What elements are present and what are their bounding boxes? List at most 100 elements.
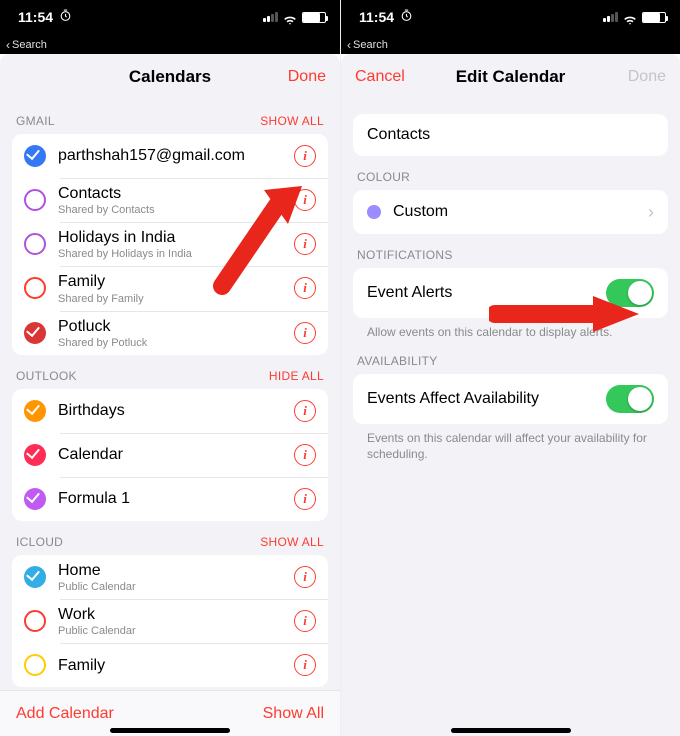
section-header: OUTLOOK: [16, 369, 77, 383]
calendar-row[interactable]: ContactsShared by Contactsi: [12, 178, 328, 222]
availability-footer: Events on this calendar will affect your…: [341, 424, 680, 462]
calendar-color-icon[interactable]: [24, 654, 46, 676]
calendar-color-icon[interactable]: [24, 488, 46, 510]
wifi-icon: [283, 12, 297, 22]
calendar-label: Holidays in India: [58, 228, 294, 247]
navbar-title: Edit Calendar: [456, 67, 566, 87]
calendar-sublabel: Public Calendar: [58, 581, 294, 593]
info-icon[interactable]: i: [294, 400, 316, 422]
cancel-button[interactable]: Cancel: [341, 54, 419, 100]
calendar-label: Calendar: [58, 445, 294, 464]
calendar-name-value: Contacts: [367, 126, 430, 143]
calendar-sublabel: Shared by Holidays in India: [58, 248, 294, 260]
calendars-sheet: Calendars Done GMAIL SHOW ALL parthshah157…: [0, 54, 340, 736]
chevron-right-icon: ›: [648, 202, 654, 223]
calendar-sublabel: Shared by Contacts: [58, 204, 294, 216]
calendar-color-icon[interactable]: [24, 444, 46, 466]
calendar-label: parthshah157@gmail.com: [58, 146, 294, 165]
info-icon[interactable]: i: [294, 189, 316, 211]
calendar-label: Contacts: [58, 184, 294, 203]
calendar-row[interactable]: Familyi: [12, 643, 328, 687]
calendar-row[interactable]: Holidays in IndiaShared by Holidays in I…: [12, 222, 328, 266]
event-alerts-footer: Allow events on this calendar to display…: [341, 318, 680, 340]
add-calendar-button[interactable]: Add Calendar: [16, 705, 114, 723]
done-button[interactable]: Done: [274, 54, 340, 100]
status-bar: 11:54: [341, 0, 680, 36]
calendar-color-icon[interactable]: [24, 189, 46, 211]
calendar-row[interactable]: Family Shared by Familyi: [12, 266, 328, 310]
chevron-left-icon: ‹: [6, 38, 10, 52]
calendar-label: Formula 1: [58, 489, 294, 508]
info-icon[interactable]: i: [294, 566, 316, 588]
phone-left: 11:54 ‹ Search Calendars Done GMAIL SHOW …: [0, 0, 340, 736]
calendar-name-field[interactable]: Contacts: [353, 114, 668, 156]
section-header: GMAIL: [16, 114, 55, 128]
availability-toggle[interactable]: [606, 385, 654, 413]
calendar-row[interactable]: Birthdaysi: [12, 389, 328, 433]
calendar-color-icon[interactable]: [24, 322, 46, 344]
calendar-color-icon[interactable]: [24, 233, 46, 255]
calendar-row[interactable]: Formula 1i: [12, 477, 328, 521]
calendar-row[interactable]: WorkPublic Calendari: [12, 599, 328, 643]
navbar: Cancel Edit Calendar Done: [341, 54, 680, 100]
calendar-label: Family: [58, 656, 294, 675]
status-time: 11:54: [18, 9, 53, 25]
navbar-title: Calendars: [129, 67, 211, 87]
signal-icon: [263, 12, 278, 22]
event-alerts-toggle[interactable]: [606, 279, 654, 307]
calendar-sublabel: Shared by Potluck: [58, 337, 294, 349]
calendar-label: Home: [58, 561, 294, 580]
back-search[interactable]: ‹ Search: [0, 36, 340, 54]
timer-icon: [59, 9, 72, 25]
availability-label: Events Affect Availability: [367, 390, 606, 408]
calendar-label: Birthdays: [58, 401, 294, 420]
info-icon[interactable]: i: [294, 233, 316, 255]
colour-value: Custom: [393, 203, 648, 221]
wifi-icon: [623, 12, 637, 22]
back-search-label: Search: [12, 39, 47, 51]
info-icon[interactable]: i: [294, 322, 316, 344]
status-bar: 11:54: [0, 0, 340, 36]
calendars-list[interactable]: GMAILSHOW ALLparthshah157@gmail.comiCont…: [0, 100, 340, 690]
calendar-row[interactable]: PotluckShared by Potlucki: [12, 311, 328, 355]
show-all-button[interactable]: Show All: [263, 705, 324, 723]
availability-header: AVAILABILITY: [357, 354, 438, 368]
edit-scroll[interactable]: Contacts COLOUR Custom › NOTIFICATIONS E…: [341, 100, 680, 736]
back-search-label: Search: [353, 39, 388, 51]
chevron-left-icon: ‹: [347, 38, 351, 52]
back-search[interactable]: ‹ Search: [341, 36, 680, 54]
section-header: ICLOUD: [16, 535, 63, 549]
availability-row: Events Affect Availability: [353, 374, 668, 424]
calendar-row[interactable]: parthshah157@gmail.comi: [12, 134, 328, 178]
notifications-header: NOTIFICATIONS: [357, 248, 453, 262]
colour-row[interactable]: Custom ›: [353, 190, 668, 234]
colour-header: COLOUR: [357, 170, 410, 184]
home-indicator: [110, 728, 230, 733]
calendar-sublabel: Shared by Family: [58, 293, 294, 305]
event-alerts-label: Event Alerts: [367, 284, 606, 302]
done-button: Done: [614, 54, 680, 100]
battery-icon: [642, 12, 666, 23]
calendar-color-icon[interactable]: [24, 277, 46, 299]
colour-dot-icon: [367, 205, 381, 219]
timer-icon: [400, 9, 413, 25]
calendar-color-icon[interactable]: [24, 145, 46, 167]
calendar-row[interactable]: Calendari: [12, 433, 328, 477]
section-action[interactable]: SHOW ALL: [260, 114, 324, 128]
section-action[interactable]: SHOW ALL: [260, 535, 324, 549]
calendar-row[interactable]: HomePublic Calendari: [12, 555, 328, 599]
info-icon[interactable]: i: [294, 488, 316, 510]
info-icon[interactable]: i: [294, 610, 316, 632]
status-time: 11:54: [359, 9, 394, 25]
calendar-label: Family: [58, 272, 294, 291]
info-icon[interactable]: i: [294, 444, 316, 466]
calendar-color-icon[interactable]: [24, 566, 46, 588]
event-alerts-row: Event Alerts: [353, 268, 668, 318]
calendar-color-icon[interactable]: [24, 400, 46, 422]
section-action[interactable]: HIDE ALL: [269, 369, 324, 383]
info-icon[interactable]: i: [294, 277, 316, 299]
info-icon[interactable]: i: [294, 145, 316, 167]
battery-icon: [302, 12, 326, 23]
calendar-color-icon[interactable]: [24, 610, 46, 632]
info-icon[interactable]: i: [294, 654, 316, 676]
